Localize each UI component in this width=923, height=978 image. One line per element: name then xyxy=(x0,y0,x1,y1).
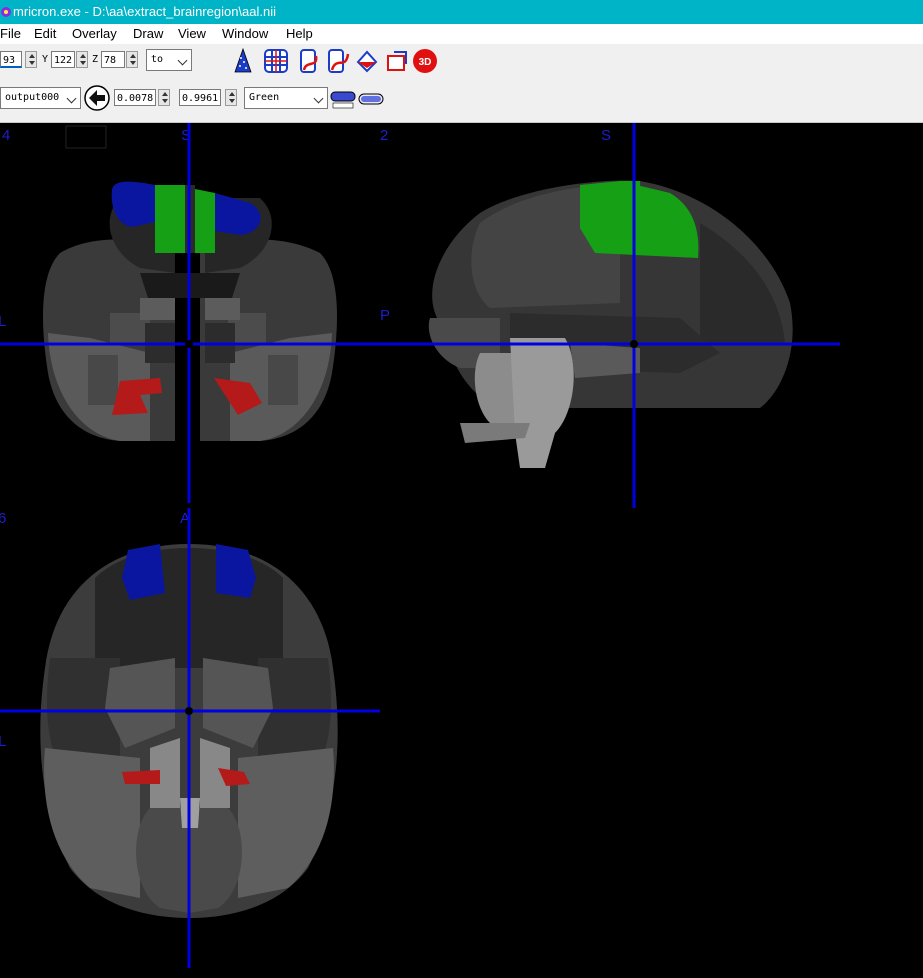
draw-pen-icon[interactable] xyxy=(298,48,324,74)
coronal-view[interactable] xyxy=(0,123,380,503)
max-intensity-spinner[interactable] xyxy=(225,89,237,106)
axial-view[interactable] xyxy=(0,508,380,968)
z-label: Z xyxy=(92,54,99,65)
x-spinner[interactable] xyxy=(25,51,37,68)
y-spinner[interactable] xyxy=(76,51,88,68)
chevron-down-icon xyxy=(177,55,188,66)
cone-icon[interactable] xyxy=(230,48,256,74)
to-select-value: to xyxy=(151,54,164,65)
crosshair-grid-icon[interactable] xyxy=(263,48,289,74)
menu-help[interactable]: Help xyxy=(286,24,313,44)
y-label: Y xyxy=(42,54,49,65)
menu-window[interactable]: Window xyxy=(222,24,268,44)
min-intensity-spinner[interactable] xyxy=(158,89,170,106)
max-intensity-field[interactable]: 0.9961 xyxy=(179,89,221,106)
menu-file[interactable]: File xyxy=(0,24,21,44)
z-spinner[interactable] xyxy=(126,51,138,68)
back-arrow-icon[interactable] xyxy=(84,85,110,111)
toolbar: 93 Y 122 Z 78 to 3D output000 0.0078 0.9… xyxy=(0,44,923,123)
mricron-app-icon xyxy=(1,7,11,17)
fill-bucket-icon[interactable] xyxy=(354,48,380,74)
chevron-down-icon xyxy=(313,93,324,104)
menu-edit[interactable]: Edit xyxy=(34,24,56,44)
chevron-down-icon xyxy=(66,93,77,104)
colorbar-toggle-icon[interactable] xyxy=(358,86,384,112)
y-coordinate-field[interactable]: 122 xyxy=(51,51,75,68)
min-intensity-field[interactable]: 0.0078 xyxy=(114,89,156,106)
menu-bar: File Edit Overlay Draw View Window Help xyxy=(0,24,923,44)
erase-icon[interactable] xyxy=(384,48,410,74)
overlay-select[interactable]: output000 xyxy=(0,87,81,109)
x-coordinate-field[interactable]: 93 xyxy=(0,51,22,68)
menu-overlay[interactable]: Overlay xyxy=(72,24,117,44)
sagittal-view[interactable] xyxy=(380,123,840,508)
render-3d-icon[interactable]: 3D xyxy=(412,48,438,74)
svg-text:3D: 3D xyxy=(419,57,432,68)
to-select[interactable]: to xyxy=(146,49,192,71)
colorbar-settings-icon[interactable] xyxy=(330,86,356,112)
colormap-select-value: Green xyxy=(249,92,280,103)
title-bar: mricron.exe - D:\aa\extract_brainregion\… xyxy=(0,0,923,24)
colormap-select[interactable]: Green xyxy=(244,87,328,109)
z-coordinate-field[interactable]: 78 xyxy=(101,51,125,68)
draw-pen-alt-icon[interactable] xyxy=(326,48,352,74)
window-title: mricron.exe - D:\aa\extract_brainregion\… xyxy=(13,4,277,19)
menu-draw[interactable]: Draw xyxy=(133,24,163,44)
overlay-select-value: output000 xyxy=(5,92,60,103)
menu-view[interactable]: View xyxy=(178,24,206,44)
